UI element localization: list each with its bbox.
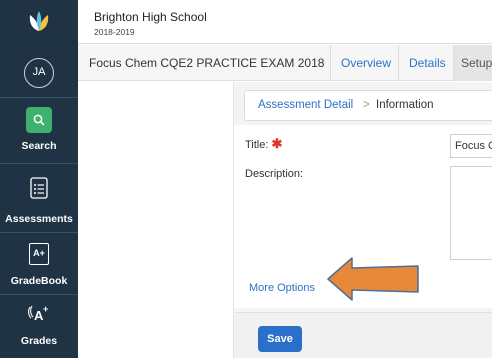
tab-divider — [330, 45, 331, 81]
avatar[interactable]: JA — [24, 58, 54, 88]
description-textarea[interactable] — [450, 166, 492, 260]
tab-overview[interactable]: Overview — [341, 56, 391, 70]
breadcrumb-link[interactable]: Assessment Detail — [258, 99, 353, 111]
svg-text:+: + — [43, 304, 48, 314]
gradebook-icon[interactable]: A+ — [29, 243, 49, 265]
title-input[interactable]: Focus C — [450, 134, 492, 158]
breadcrumb: Assessment Detail > Information — [244, 90, 492, 121]
sidebar-item-grades-label[interactable]: Grades — [0, 335, 78, 347]
save-button[interactable]: Save — [258, 326, 302, 352]
logo-icon — [29, 11, 49, 31]
arrow-annotation-icon — [327, 257, 419, 301]
left-panel — [78, 82, 233, 358]
sidebar-divider — [0, 294, 78, 295]
breadcrumb-separator: > — [363, 99, 370, 111]
top-header: Brighton High School 2018-2019 — [78, 0, 492, 44]
breadcrumb-current: Information — [376, 99, 434, 111]
tab-divider — [453, 45, 454, 81]
assessment-tab-bar: Focus Chem CQE2 PRACTICE EXAM 2018 Overv… — [78, 45, 492, 81]
sidebar-item-search-label[interactable]: Search — [0, 140, 78, 152]
school-name: Brighton High School — [94, 10, 207, 24]
tab-setup[interactable]: Setup — [461, 56, 492, 70]
tab-details[interactable]: Details — [409, 56, 446, 70]
search-icon — [33, 114, 45, 126]
sidebar-divider — [0, 232, 78, 233]
search-button[interactable] — [26, 107, 52, 133]
tab-divider — [398, 45, 399, 81]
sidebar-item-gradebook-label[interactable]: GradeBook — [0, 275, 78, 287]
school-year: 2018-2019 — [94, 27, 135, 37]
description-label: Description: — [245, 168, 304, 180]
required-icon: ✱ — [271, 136, 283, 151]
app-logo[interactable] — [0, 0, 78, 44]
sidebar-divider — [0, 163, 78, 164]
title-label: Title: ✱ — [245, 136, 282, 152]
grades-icon[interactable]: A + — [27, 303, 51, 323]
more-options-link[interactable]: More Options — [249, 282, 315, 294]
title-label-text: Title: — [245, 139, 269, 151]
exam-title: Focus Chem CQE2 PRACTICE EXAM 2018 — [89, 56, 325, 70]
assessments-icon[interactable] — [30, 177, 48, 199]
sidebar-divider — [0, 97, 78, 98]
sidebar: JA Search Assessments A+ GradeBook A + G… — [0, 0, 78, 358]
sidebar-item-assessments-label[interactable]: Assessments — [0, 213, 78, 225]
